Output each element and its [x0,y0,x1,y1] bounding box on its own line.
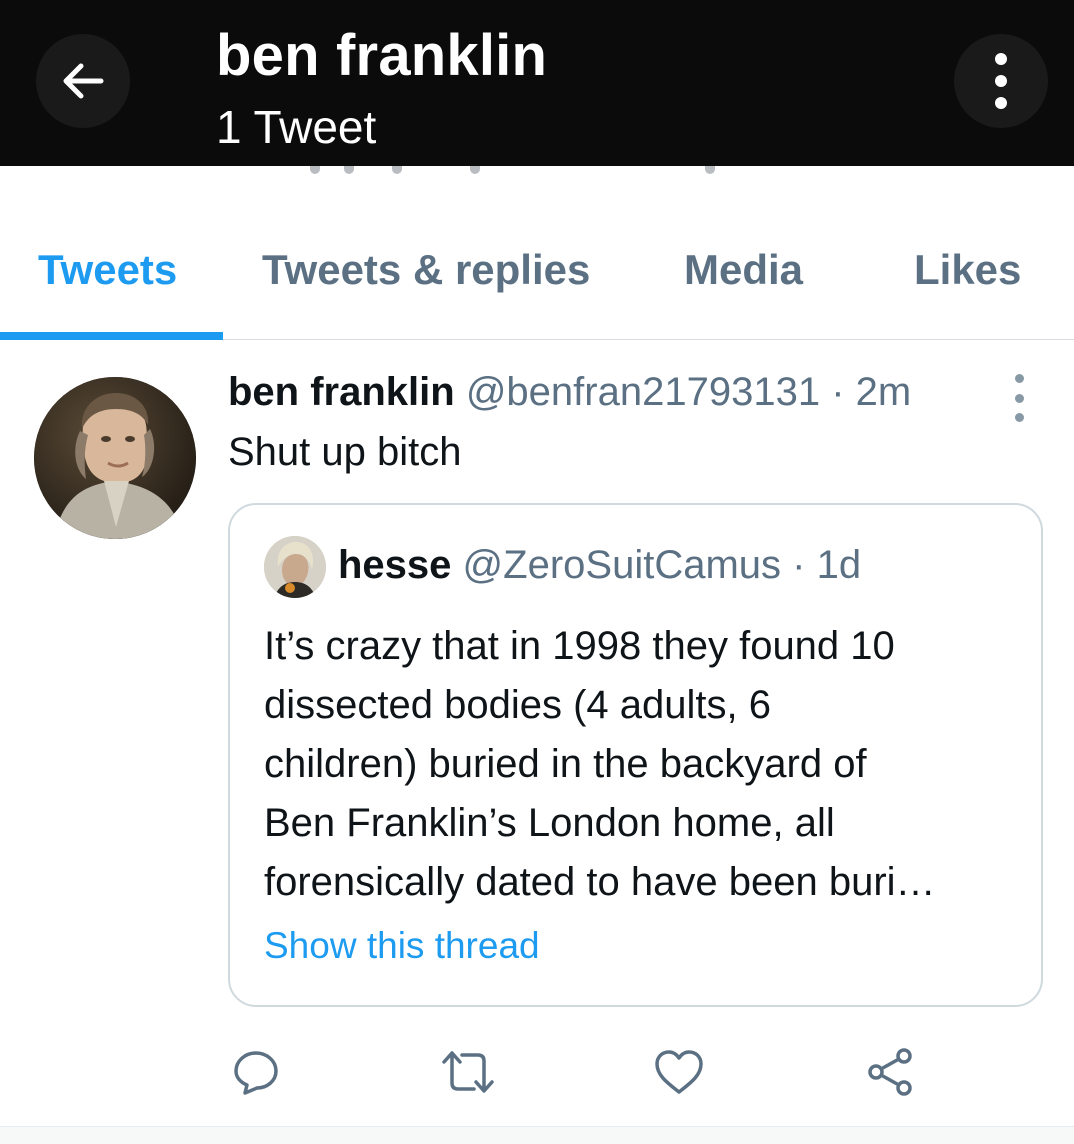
tab-tweets[interactable]: Tweets [38,246,177,294]
reply-button[interactable] [228,1044,284,1100]
vertical-dots-icon [995,53,1007,109]
tweet-text: Shut up bitch [228,430,462,474]
quoted-text-line: Ben Franklin’s London home, all [264,801,835,845]
quoted-tweet-header: hesse @ZeroSuitCamus · 1d [338,543,861,588]
quoted-avatar-image [264,536,326,598]
tweet-count: 1 Tweet [216,101,377,153]
tweet-more-icon[interactable] [1004,374,1034,422]
reply-icon [234,1051,278,1095]
share-button[interactable] [862,1044,918,1100]
quoted-text-line: forensically dated to have been buri… [264,860,936,904]
quoted-tweet-text: It’s crazy that in 1998 they found 10 di… [264,617,1024,912]
more-options-button[interactable] [954,34,1048,128]
top-app-bar: ben franklin 1 Tweet [0,0,1074,166]
quoted-avatar[interactable] [264,536,326,598]
quoted-text-line: It’s crazy that in 1998 they found 10 [264,624,895,668]
quoted-author-handle: @ZeroSuitCamus [462,543,782,587]
tab-tweets-replies[interactable]: Tweets & replies [262,246,590,294]
avatar[interactable] [34,377,196,539]
share-icon [868,1048,912,1096]
tab-media[interactable]: Media [684,246,803,294]
tweet-actions [0,1036,1074,1106]
arrow-left-icon [63,63,104,99]
active-tab-indicator [0,332,223,340]
quoted-tweet-time: 1d [816,543,862,587]
profile-tabs: Tweets Tweets & replies Media Likes [0,232,1074,340]
like-icon [655,1050,703,1094]
retweet-icon [442,1051,494,1093]
back-button[interactable] [36,34,130,128]
author-handle[interactable]: @benfran21793131 [466,370,820,414]
profile-title: ben franklin [216,23,548,88]
separator-dot: · [831,370,845,414]
quoted-author-name: hesse [338,543,452,587]
tweet-time[interactable]: 2m [856,370,912,414]
quoted-text-line: dissected bodies (4 adults, 6 [264,683,771,727]
separator-dot: · [792,543,806,587]
quoted-tweet-card[interactable]: hesse @ZeroSuitCamus · 1d It’s crazy tha… [228,503,1043,1007]
retweet-button[interactable] [440,1044,496,1100]
quoted-text-line: children) buried in the backyard of [264,742,867,786]
show-thread-link[interactable]: Show this thread [264,925,540,967]
like-button[interactable] [651,1044,707,1100]
cut-off-bio-text [0,166,1074,180]
author-name[interactable]: ben franklin [228,370,455,414]
tab-likes[interactable]: Likes [914,246,1021,294]
next-tweet-divider [0,1126,1074,1144]
tweet-header: ben franklin @benfran21793131 · 2m [228,370,911,424]
portrait-image [34,377,196,539]
